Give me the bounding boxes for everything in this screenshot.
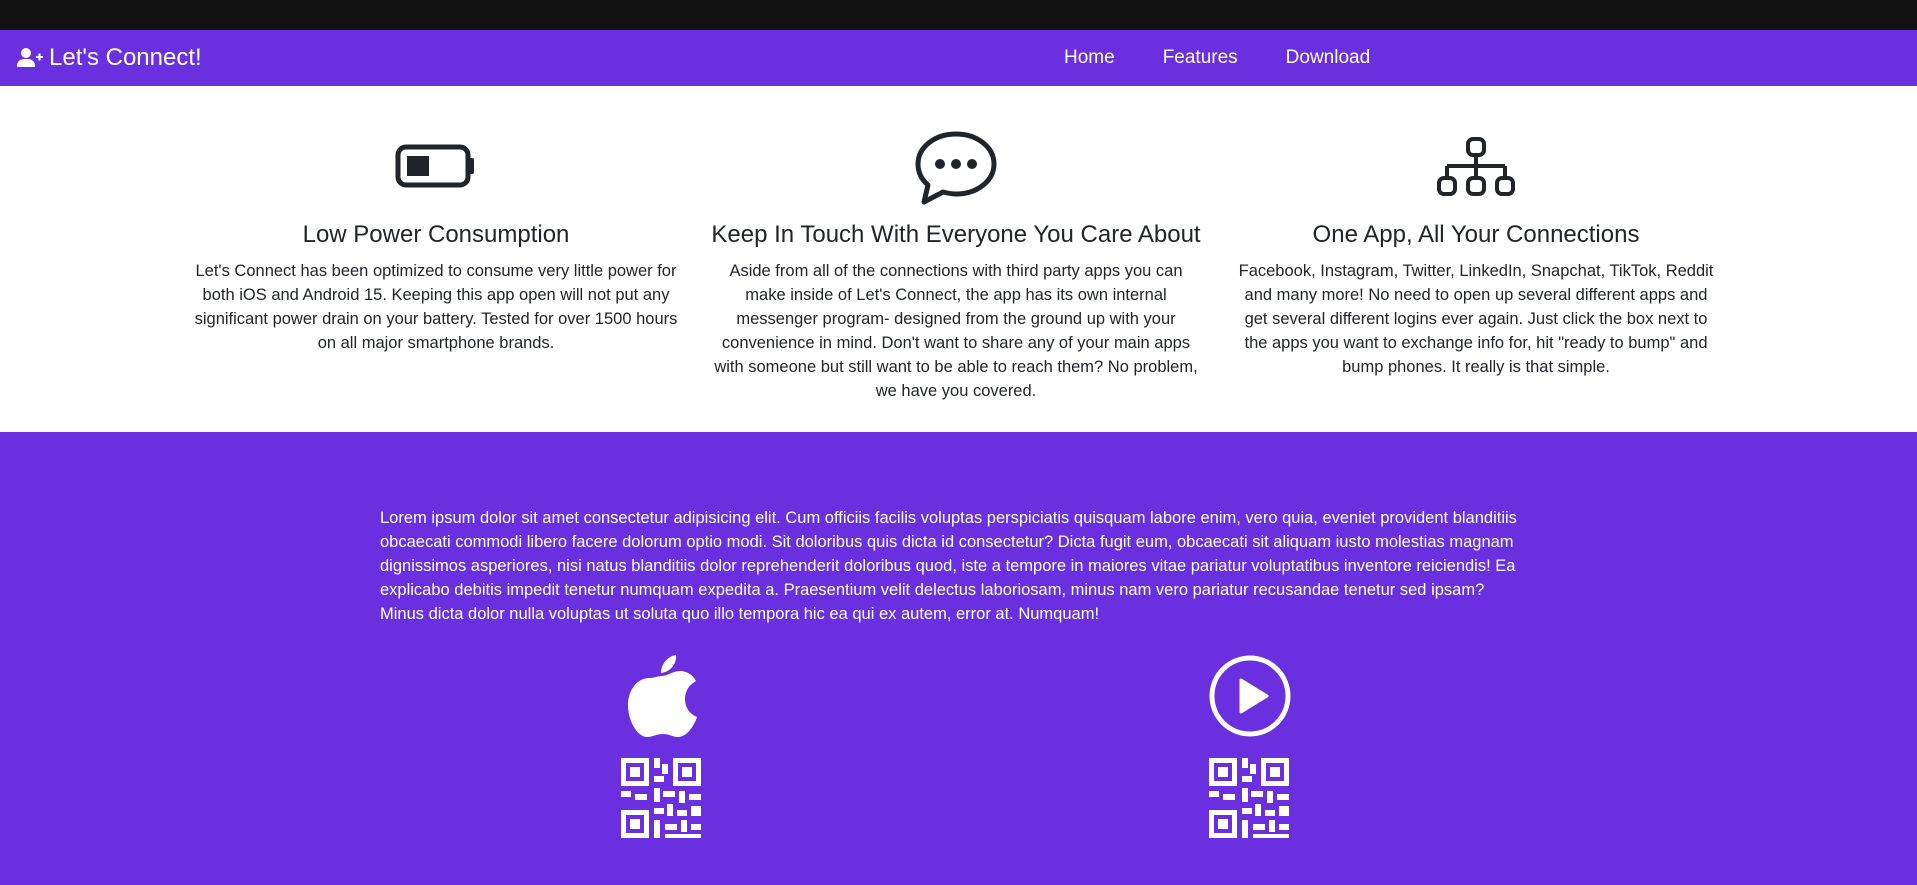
chat-dots-icon xyxy=(915,131,997,205)
nav-features[interactable]: Features xyxy=(1139,47,1262,69)
qr-code-icon xyxy=(621,758,701,838)
nav-home[interactable]: Home xyxy=(1040,47,1139,69)
download-description: Lorem ipsum dolor sit amet consectetur a… xyxy=(380,509,1517,623)
app-store-download[interactable] xyxy=(621,654,703,844)
nav-download[interactable]: Download xyxy=(1262,47,1395,69)
play-store-download[interactable] xyxy=(1209,654,1291,844)
feature-text: Let's Connect has been optimized to cons… xyxy=(194,262,678,352)
nav-links: Home Features Download xyxy=(1040,30,1394,86)
feature-text: Aside from all of the connections with t… xyxy=(714,262,1198,400)
battery-icon xyxy=(395,144,474,188)
play-circle-icon xyxy=(1209,655,1291,737)
features-section: Low Power Consumption Let's Connect has … xyxy=(0,86,1917,432)
browser-top-strip xyxy=(0,0,1917,30)
feature-title: One App, All Your Connections xyxy=(1312,221,1640,248)
user-plus-icon xyxy=(17,48,43,67)
feature-title: Keep In Touch With Everyone You Care Abo… xyxy=(711,221,1201,248)
download-section: Lorem ipsum dolor sit amet consectetur a… xyxy=(0,432,1917,885)
qr-code-icon xyxy=(1209,758,1289,838)
feature-title: Low Power Consumption xyxy=(302,221,570,248)
brand-name: Let's Connect! xyxy=(49,44,202,71)
network-diagram-icon xyxy=(1437,137,1515,196)
navbar: Let's Connect! Home Features Download xyxy=(0,30,1917,86)
brand-link[interactable]: Let's Connect! xyxy=(17,30,202,86)
feature-text: Facebook, Instagram, Twitter, LinkedIn, … xyxy=(1238,262,1714,376)
apple-icon xyxy=(628,655,697,737)
